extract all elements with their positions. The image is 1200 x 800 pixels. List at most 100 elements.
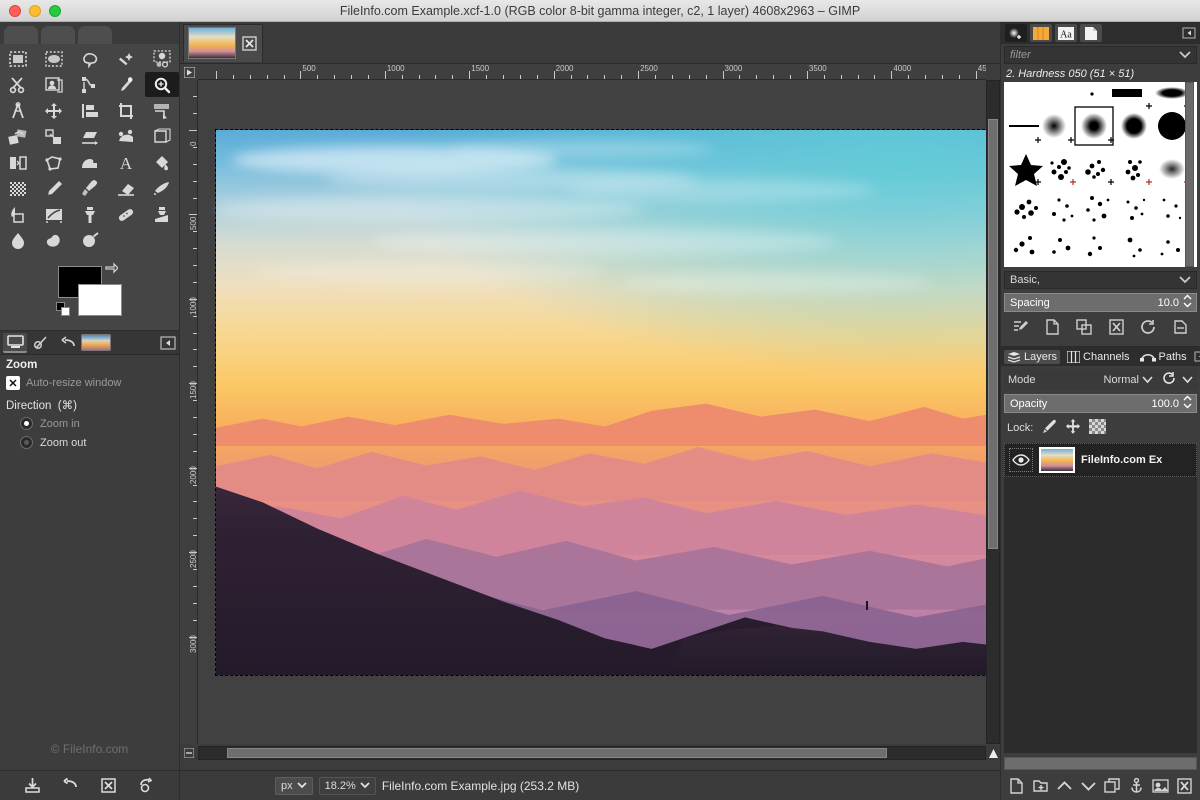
raise-layer-icon[interactable] — [1055, 777, 1074, 796]
patterns-tab-icon[interactable] — [1030, 24, 1052, 42]
tool-scissors-select-icon[interactable] — [1, 72, 35, 97]
mode-combo[interactable]: Normal — [1104, 374, 1153, 386]
tool-airbrush-icon[interactable] — [145, 176, 179, 201]
zoom-selector[interactable]: 18.2% — [319, 777, 376, 795]
tool-shear-icon[interactable] — [73, 124, 107, 149]
tool-unified-transform-icon[interactable] — [145, 98, 179, 123]
tool-rotate-icon[interactable] — [1, 124, 35, 149]
auto-resize-option-row[interactable]: ✕ Auto-resize window — [0, 374, 179, 392]
tool-ink-icon[interactable] — [1, 202, 35, 227]
zoom-out-radio[interactable] — [20, 436, 33, 449]
tool-perspective-icon[interactable] — [145, 124, 179, 149]
background-color-swatch[interactable] — [78, 284, 122, 316]
delete-layer-icon[interactable] — [1175, 777, 1194, 796]
image-viewport[interactable] — [198, 80, 986, 744]
tool-align-icon[interactable] — [73, 98, 107, 123]
tool-color-picker-icon[interactable] — [109, 72, 143, 97]
tool-handle-transform-icon[interactable] — [109, 124, 143, 149]
image-thumbnail-tab[interactable] — [81, 334, 111, 351]
layer-row[interactable]: FileInfo.com Ex — [1004, 443, 1197, 477]
tool-paths-icon[interactable] — [73, 72, 107, 97]
layers-tab[interactable]: Layers — [1004, 350, 1060, 364]
spacing-spinner[interactable]: Spacing 10.0 — [1004, 293, 1197, 312]
zoom-out-option-row[interactable]: Zoom out — [0, 433, 179, 452]
vertical-ruler[interactable]: 050010001500200025003000 — [180, 80, 198, 744]
zoom-in-radio[interactable] — [20, 417, 33, 430]
new-layer-group-icon[interactable] — [1031, 777, 1050, 796]
tool-heal-icon[interactable] — [109, 202, 143, 227]
tool-perspective-clone-icon[interactable] — [145, 202, 179, 227]
canvas-image[interactable] — [216, 130, 986, 675]
lock-alpha-icon[interactable] — [1089, 419, 1106, 437]
tool-text-icon[interactable]: A — [109, 150, 143, 175]
tool-mypaint-brush-icon[interactable] — [37, 202, 71, 227]
duplicate-brush-icon[interactable] — [1074, 317, 1096, 337]
add-layer-mask-icon[interactable] — [1151, 777, 1170, 796]
tool-flip-icon[interactable] — [1, 150, 35, 175]
tool-options-tab-icon[interactable] — [3, 333, 27, 353]
reset-tool-options-icon[interactable] — [136, 776, 156, 796]
opacity-spinner[interactable]: Opacity 100.0 — [1004, 394, 1197, 413]
tool-measure-icon[interactable] — [1, 98, 35, 123]
tool-zoom-icon[interactable] — [145, 72, 179, 97]
documents-tab-icon[interactable] — [1080, 24, 1102, 42]
new-brush-icon[interactable] — [1042, 317, 1064, 337]
tool-move-icon[interactable] — [37, 98, 71, 123]
brush-grid[interactable] — [1004, 82, 1197, 267]
tool-paintbrush-icon[interactable] — [73, 176, 107, 201]
dock-menu-icon[interactable] — [160, 335, 176, 351]
reset-colors-icon[interactable] — [56, 302, 72, 318]
tool-rectangle-select-icon[interactable] — [1, 46, 35, 71]
delete-brush-icon[interactable] — [1105, 317, 1127, 337]
tool-free-select-icon[interactable] — [73, 46, 107, 71]
tool-fuzzy-select-icon[interactable] — [109, 46, 143, 71]
delete-tool-preset-icon[interactable] — [98, 776, 118, 796]
lock-pixels-icon[interactable] — [1041, 419, 1057, 437]
tool-smudge-icon[interactable] — [37, 228, 71, 253]
swap-colors-icon[interactable] — [104, 262, 118, 276]
tool-scale-icon[interactable] — [37, 124, 71, 149]
tool-warp-transform-icon[interactable] — [73, 150, 107, 175]
tool-cage-transform-icon[interactable] — [37, 150, 71, 175]
tool-eraser-icon[interactable] — [109, 176, 143, 201]
tool-pencil-icon[interactable] — [37, 176, 71, 201]
paths-tab[interactable]: Paths — [1137, 350, 1190, 364]
edit-brush-icon[interactable] — [1010, 317, 1032, 337]
layer-visibility-icon[interactable] — [1009, 448, 1033, 472]
unit-selector[interactable]: px — [275, 777, 313, 795]
channels-tab[interactable]: Channels — [1064, 350, 1132, 364]
restore-tool-preset-icon[interactable] — [61, 776, 81, 796]
lower-layer-icon[interactable] — [1079, 777, 1098, 796]
horizontal-ruler[interactable]: 50010001500200025003000350040004500 — [198, 64, 986, 80]
undo-tab-icon[interactable] — [55, 333, 79, 353]
undo-history-tab-icon[interactable] — [29, 333, 53, 353]
refresh-brushes-icon[interactable] — [1137, 317, 1159, 337]
tool-gradient-icon[interactable] — [1, 176, 35, 201]
brush-grid-scrollbar[interactable] — [1185, 82, 1194, 267]
open-brush-folder-icon[interactable] — [1169, 317, 1191, 337]
chevron-down-icon[interactable] — [1182, 376, 1193, 384]
new-layer-icon[interactable] — [1007, 777, 1026, 796]
horizontal-scrollbar[interactable] — [198, 746, 986, 760]
opacity-stepper-icon[interactable] — [1182, 394, 1193, 413]
layer-mode-reset-icon[interactable] — [1163, 371, 1178, 388]
tool-bucket-fill-icon[interactable] — [145, 150, 179, 175]
brushes-tab-icon[interactable] — [1005, 24, 1027, 42]
image-tab[interactable] — [183, 24, 263, 62]
close-window-button[interactable] — [9, 5, 21, 17]
auto-resize-checkbox[interactable]: ✕ — [6, 376, 20, 390]
ruler-origin-button[interactable] — [180, 64, 198, 80]
layer-list[interactable]: FileInfo.com Ex — [1004, 443, 1197, 753]
save-tool-preset-icon[interactable] — [23, 776, 43, 796]
tool-foreground-select-icon[interactable] — [37, 72, 71, 97]
maximize-window-button[interactable] — [49, 5, 61, 17]
zoom-in-option-row[interactable]: Zoom in — [0, 414, 179, 433]
toolbox-tab-1[interactable] — [4, 26, 38, 44]
lock-position-icon[interactable] — [1065, 419, 1081, 437]
close-image-icon[interactable] — [240, 34, 258, 52]
tool-dodge-burn-icon[interactable] — [73, 228, 107, 253]
tool-select-by-color-icon[interactable] — [145, 46, 179, 71]
quick-mask-toggle[interactable] — [180, 746, 198, 760]
brush-filter-field[interactable]: filter — [1004, 46, 1197, 64]
navigation-preview-button[interactable] — [986, 746, 1000, 760]
